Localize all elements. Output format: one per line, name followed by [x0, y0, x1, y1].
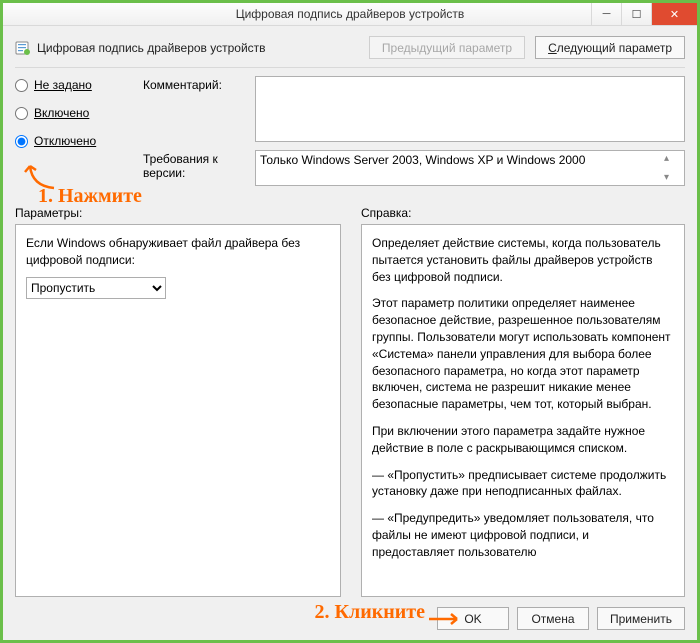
radio-enabled-label: Включено [34, 106, 89, 120]
window-title: Цифровая подпись драйверов устройств [236, 7, 465, 21]
help-para: Определяет действие системы, когда польз… [372, 235, 674, 285]
help-para: Этот параметр политики определяет наимен… [372, 295, 674, 413]
comment-label: Комментарий: [143, 76, 243, 92]
radio-enabled[interactable]: Включено [15, 106, 125, 120]
help-panel[interactable]: Определяет действие системы, когда польз… [361, 224, 685, 597]
radio-disabled-label: Отключено [34, 134, 96, 148]
parameters-text: Если Windows обнаруживает файл драйвера … [26, 235, 330, 269]
cancel-button[interactable]: Отмена [517, 607, 589, 630]
comment-textarea[interactable] [255, 76, 685, 142]
help-para: При включении этого параметра задайте ну… [372, 423, 674, 457]
policy-icon [15, 40, 31, 56]
parameters-panel: Если Windows обнаруживает файл драйвера … [15, 224, 341, 597]
radio-enabled-input[interactable] [15, 107, 28, 120]
help-para: — «Предупредить» уведомляет пользователя… [372, 510, 674, 560]
annotation-step2: 2. Кликните [314, 601, 425, 624]
radio-not-configured[interactable]: Не задано [15, 78, 125, 92]
apply-button[interactable]: Применить [597, 607, 685, 630]
action-select[interactable]: Пропустить [26, 277, 166, 299]
radio-not-configured-input[interactable] [15, 79, 28, 92]
next-parameter-button[interactable]: Следующий параметр [535, 36, 685, 59]
parameters-label: Параметры: [15, 206, 341, 220]
annotation-step1: 1. Нажмите [38, 185, 142, 208]
requirements-text: Только Windows Server 2003, Windows XP и… [260, 153, 664, 183]
requirements-box: Только Windows Server 2003, Windows XP и… [255, 150, 685, 186]
minimize-button[interactable]: ─ [591, 3, 621, 25]
divider [15, 67, 685, 68]
radio-disabled-input[interactable] [15, 135, 28, 148]
titlebar: Цифровая подпись драйверов устройств ─ ☐… [3, 3, 697, 26]
close-button[interactable]: ✕ [651, 3, 697, 25]
requirements-label: Требования к версии: [143, 150, 243, 180]
radio-not-configured-label: Не задано [34, 78, 92, 92]
scroll-arrows[interactable]: ▴▾ [664, 153, 680, 183]
radio-disabled[interactable]: Отключено [15, 134, 125, 148]
annotation-arrow-2 [427, 611, 463, 627]
previous-parameter-button: Предыдущий параметр [369, 36, 525, 59]
maximize-button[interactable]: ☐ [621, 3, 651, 25]
header-title: Цифровая подпись драйверов устройств [37, 41, 266, 55]
help-label: Справка: [361, 206, 411, 220]
help-para: — «Пропустить» предписывает системе прод… [372, 467, 674, 501]
